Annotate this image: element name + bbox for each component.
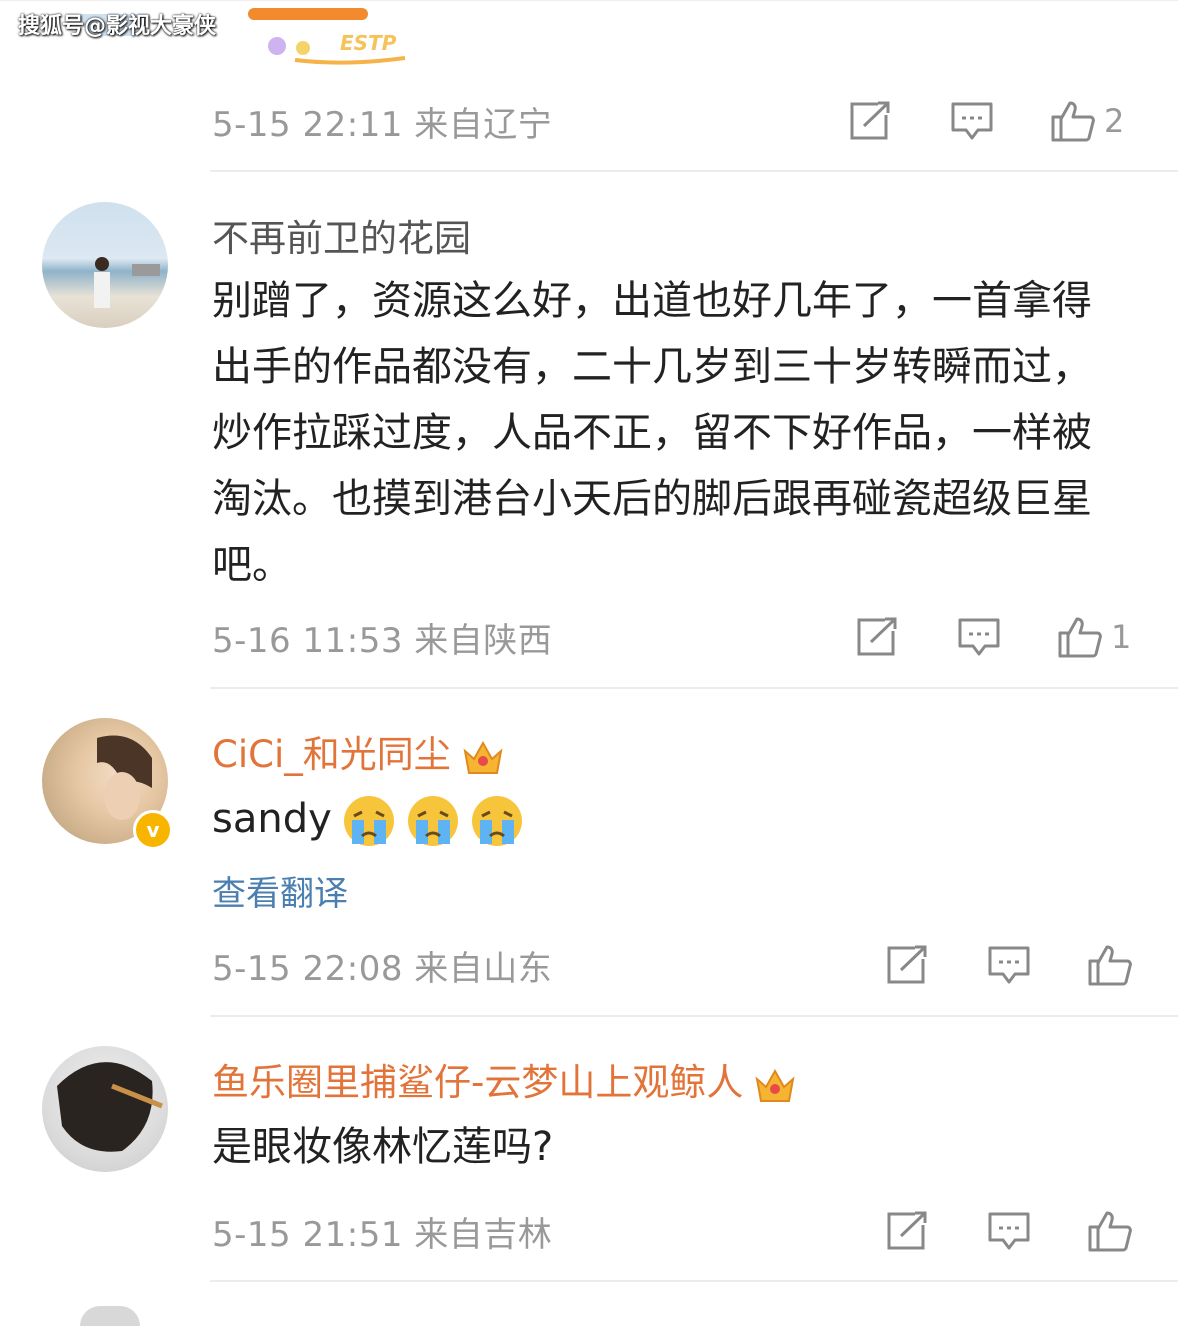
comment-meta: 5-15 22:11 来自辽宁 [212,104,553,145]
crown-icon [463,740,503,774]
like-icon [1051,101,1095,142]
comment-content: 是眼妆像林忆莲吗? [212,1124,554,1170]
avatar-fragment [80,1306,140,1326]
like-button[interactable]: 1 [1057,615,1131,659]
divider [210,170,1178,172]
like-count: 2 [1104,102,1125,140]
like-button[interactable] [1087,943,1141,987]
username-text: 鱼乐圈里捕鲨仔-云梦山上观鲸人 [212,1061,744,1104]
top-edge [0,0,1178,1]
watermark: 搜狐号@影视大豪侠 [18,14,217,39]
comment-meta-row: 5-15 22:11 来自辽宁 [212,96,1138,146]
like-icon [1058,617,1102,658]
comment-button[interactable] [987,1211,1031,1251]
username[interactable]: 不再前卫的花园 [212,208,471,262]
avatar[interactable] [42,1046,168,1172]
divider [210,687,1178,689]
fan-badge [248,8,368,20]
username[interactable]: CiCi_和光同尘 [212,724,505,778]
comment-content: sandy [212,786,1112,852]
divider [210,1280,1178,1282]
avatar[interactable] [42,202,168,328]
username[interactable]: 鱼乐圈里捕鲨仔-云梦山上观鲸人 [212,1052,797,1106]
decor-text: ESTP [340,31,397,55]
share-button[interactable] [885,1211,929,1251]
share-button[interactable] [885,945,929,985]
share-button[interactable] [855,617,899,657]
crying-emoji-icon [343,796,394,846]
like-button[interactable]: 2 [1050,99,1124,143]
share-icon [887,1211,927,1250]
crying-emoji-icon [471,796,522,846]
like-count: 1 [1111,618,1132,656]
share-button[interactable] [848,101,892,141]
like-icon [1088,1211,1132,1252]
decor-sticker-icon: ESTP [268,31,406,65]
comment-icon [988,1212,1030,1250]
username-text: CiCi_和光同尘 [212,733,451,776]
comment-icon [951,102,993,140]
comment-content: 别蹭了，资源这么好，出道也好几年了，一首拿得出手的作品都没有，二十几岁到三十岁转… [212,278,1092,588]
share-icon [887,945,927,984]
avatar-photo [94,257,160,308]
crying-emoji-icon [407,796,458,846]
like-icon [1088,945,1132,986]
comment-button[interactable] [957,617,1001,657]
share-icon [857,617,897,656]
comment-icon [988,946,1030,984]
comment-button[interactable] [987,945,1031,985]
translate-link[interactable]: 查看翻译 [212,866,348,915]
comment-icon [958,618,1000,656]
share-icon [850,101,890,140]
divider [210,1015,1178,1017]
comment-button[interactable] [950,101,994,141]
avatar-photo [57,1062,163,1152]
verified-badge: v [133,810,173,850]
crown-icon [755,1068,795,1102]
comment-text: sandy [212,796,332,842]
like-button[interactable] [1087,1209,1141,1253]
